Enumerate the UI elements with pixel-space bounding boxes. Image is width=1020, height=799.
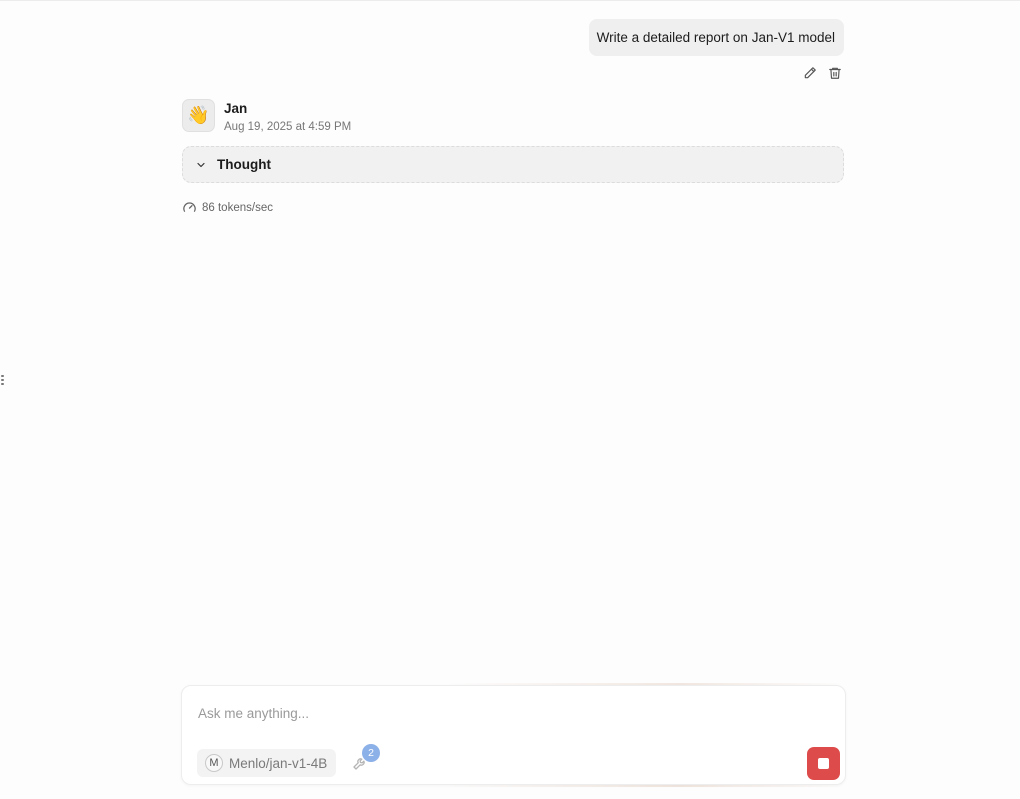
chat-composer: M Menlo/jan-v1-4B 2 [181, 685, 846, 785]
user-message-text: Write a detailed report on Jan-V1 model [596, 30, 835, 45]
thought-label: Thought [217, 157, 271, 172]
model-name: Menlo/jan-v1-4B [229, 755, 328, 771]
message-timestamp: Aug 19, 2025 at 4:59 PM [224, 121, 352, 133]
tools-button[interactable]: 2 [352, 744, 380, 776]
gauge-icon [183, 202, 196, 212]
token-speed: 86 tokens/sec [182, 200, 273, 215]
thought-toggle[interactable]: Thought [182, 146, 844, 183]
assistant-header: 👋 Jan Aug 19, 2025 at 4:59 PM [182, 99, 351, 135]
pencil-icon [804, 67, 816, 79]
delete-message-button[interactable] [827, 65, 843, 81]
tools-count-badge: 2 [362, 744, 380, 762]
model-selector[interactable]: M Menlo/jan-v1-4B [197, 749, 337, 777]
message-actions [802, 65, 843, 81]
assistant-name: Jan [224, 101, 248, 116]
model-badge: M [205, 754, 223, 772]
chevron-down-icon [197, 162, 205, 167]
assistant-avatar: 👋 [182, 99, 215, 132]
chat-window: Write a detailed report on Jan-V1 model … [0, 0, 1020, 799]
assistant-meta: Jan Aug 19, 2025 at 4:59 PM [224, 99, 351, 135]
edit-message-button[interactable] [802, 65, 818, 81]
composer-glow: M Menlo/jan-v1-4B 2 [181, 683, 846, 787]
stop-icon [818, 758, 829, 769]
stop-generation-button[interactable] [807, 747, 840, 780]
sidebar-resize-handle[interactable] [0, 373, 6, 387]
user-message-bubble: Write a detailed report on Jan-V1 model [588, 19, 844, 56]
token-speed-label: 86 tokens/sec [202, 201, 273, 214]
chat-input[interactable] [198, 706, 798, 721]
waving-hand-icon: 👋 [187, 105, 210, 125]
trash-icon [829, 67, 841, 79]
